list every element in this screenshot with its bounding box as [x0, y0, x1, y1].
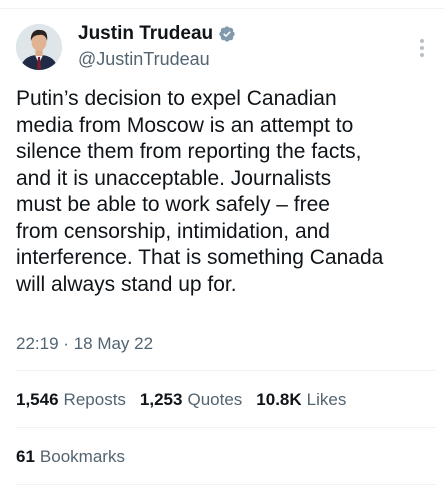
- tweet-text-line: media from Moscow is an attempt to: [16, 113, 354, 137]
- quotes-label: Quotes: [187, 390, 243, 409]
- likes-stat[interactable]: 10.8K Likes: [256, 390, 346, 410]
- tweet-header: Justin Trudeau @JustinTrudeau: [16, 20, 436, 76]
- verified-badge-icon: [218, 25, 236, 43]
- tweet-text-line: will always stand up for.: [16, 272, 237, 296]
- tweet-text-line: and it is unacceptable. Journalists: [16, 166, 332, 190]
- name-row: Justin Trudeau: [78, 22, 236, 46]
- author-handle[interactable]: @JustinTrudeau: [78, 49, 236, 70]
- display-name[interactable]: Justin Trudeau: [78, 23, 213, 45]
- tweet-text: Putin’s decision to expel Canadian media…: [16, 86, 426, 298]
- divider: [16, 484, 436, 485]
- likes-label: Likes: [306, 390, 347, 409]
- reposts-label: Reposts: [63, 390, 126, 409]
- tweet-timestamp: 22:19 · 18 May 22: [16, 334, 153, 354]
- tweet-time-link[interactable]: 22:19 · 18 May 22: [16, 334, 153, 353]
- reposts-stat[interactable]: 1,546 Reposts: [16, 390, 126, 410]
- tweet-text-line: from censorship, intimidation, and: [16, 219, 330, 243]
- tweet-text-line: Putin’s decision to expel Canadian: [16, 87, 337, 110]
- divider: [16, 370, 436, 371]
- top-divider: [0, 8, 444, 9]
- tweet-card: Justin Trudeau @JustinTrudeau Putin’s de…: [0, 0, 444, 500]
- likes-count: 10.8K: [256, 390, 302, 409]
- bookmarks-stat[interactable]: 61 Bookmarks: [16, 447, 125, 467]
- timestamp-separator: ·: [63, 334, 69, 353]
- engagement-stats: 1,546 Reposts 1,253 Quotes 10.8K Likes: [16, 390, 360, 410]
- tweet-text-line: must be able to work safely – free: [16, 193, 330, 216]
- quotes-stat[interactable]: 1,253 Quotes: [140, 390, 242, 410]
- tweet-text-line: silence them from reporting the facts,: [16, 140, 362, 163]
- avatar[interactable]: [16, 24, 62, 70]
- author-names: Justin Trudeau @JustinTrudeau: [78, 22, 236, 70]
- tweet-text-line: interference. That is something Canada: [16, 246, 384, 269]
- reposts-count: 1,546: [16, 390, 59, 409]
- quotes-count: 1,253: [139, 390, 183, 409]
- divider: [16, 427, 436, 428]
- more-vertical-icon[interactable]: [412, 34, 432, 62]
- bookmarks-count: 61: [16, 447, 35, 466]
- tweet-time: 22:19: [16, 334, 59, 353]
- tweet-date: 18 May 22: [73, 334, 154, 353]
- bookmarks-label: Bookmarks: [39, 447, 125, 466]
